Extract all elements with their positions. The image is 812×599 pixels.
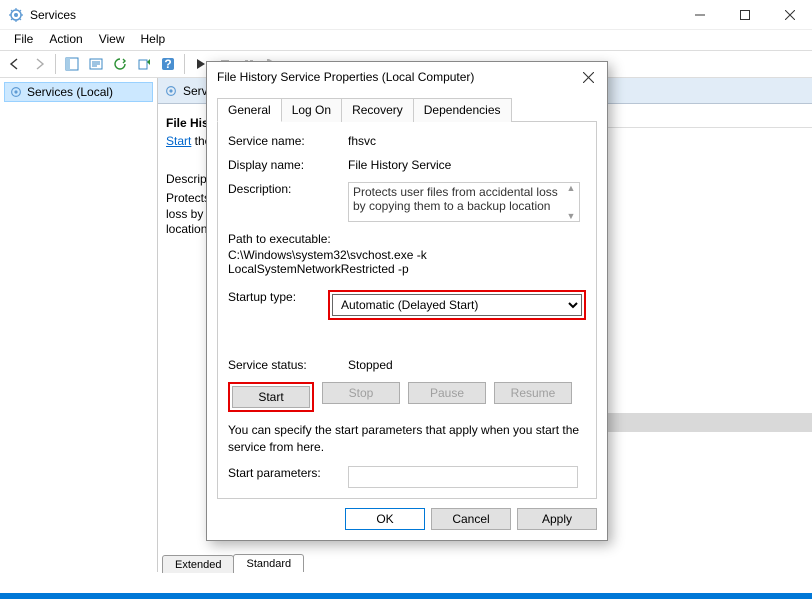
hint-text: You can specify the start parameters tha… — [228, 422, 586, 456]
export-icon[interactable] — [133, 53, 155, 75]
label-description: Description: — [228, 182, 348, 196]
view-tabs: Extended Standard — [158, 550, 812, 572]
description-box[interactable]: Protects user files from accidental loss… — [348, 182, 580, 222]
stop-button: Stop — [322, 382, 400, 404]
menu-file[interactable]: File — [6, 30, 41, 50]
value-service-name: fhsvc — [348, 134, 586, 148]
dialog-close-button[interactable] — [573, 63, 603, 91]
gear-icon — [9, 85, 23, 99]
window-titlebar: Services — [0, 0, 812, 30]
label-start-parameters: Start parameters: — [228, 466, 348, 480]
refresh-icon[interactable] — [109, 53, 131, 75]
label-service-name: Service name: — [228, 134, 348, 148]
label-startup-type: Startup type: — [228, 290, 328, 304]
navigation-pane: Services (Local) — [0, 78, 158, 572]
value-service-status: Stopped — [348, 358, 586, 372]
tab-recovery[interactable]: Recovery — [341, 98, 414, 122]
tab-standard[interactable]: Standard — [233, 554, 304, 572]
start-parameters-input[interactable] — [348, 466, 578, 488]
tree-item-label: Services (Local) — [27, 85, 113, 99]
minimize-button[interactable] — [677, 0, 722, 30]
maximize-button[interactable] — [722, 0, 767, 30]
back-button[interactable] — [4, 53, 26, 75]
resume-button: Resume — [494, 382, 572, 404]
tab-log-on[interactable]: Log On — [281, 98, 342, 122]
apply-button[interactable]: Apply — [517, 508, 597, 530]
value-path: C:\Windows\system32\svchost.exe -k Local… — [228, 248, 586, 276]
tab-general[interactable]: General — [217, 98, 282, 122]
menu-action[interactable]: Action — [41, 30, 90, 50]
value-display-name: File History Service — [348, 158, 586, 172]
highlight-startup-type: Automatic (Delayed Start) — [328, 290, 586, 320]
gear-icon — [164, 84, 178, 98]
properties-dialog: File History Service Properties (Local C… — [206, 61, 608, 541]
services-icon — [8, 7, 24, 23]
tab-extended[interactable]: Extended — [162, 555, 234, 573]
properties-icon[interactable] — [85, 53, 107, 75]
scroll-up-icon[interactable]: ▲ — [567, 183, 576, 193]
label-path: Path to executable: — [228, 232, 586, 246]
window-border — [0, 593, 812, 599]
menu-help[interactable]: Help — [133, 30, 174, 50]
cancel-button[interactable]: Cancel — [431, 508, 511, 530]
label-display-name: Display name: — [228, 158, 348, 172]
detail-pane-icon[interactable] — [61, 53, 83, 75]
start-link[interactable]: Start — [166, 134, 191, 148]
help-icon[interactable]: ? — [157, 53, 179, 75]
value-description: Protects user files from accidental loss… — [353, 185, 558, 213]
highlight-start-button: Start — [228, 382, 314, 412]
svg-text:?: ? — [164, 57, 171, 71]
window-title: Services — [30, 8, 677, 22]
ok-button[interactable]: OK — [345, 508, 425, 530]
label-service-status: Service status: — [228, 358, 348, 372]
dialog-title: File History Service Properties (Local C… — [217, 70, 573, 84]
close-button[interactable] — [767, 0, 812, 30]
startup-type-select[interactable]: Automatic (Delayed Start) — [332, 294, 582, 316]
forward-button[interactable] — [28, 53, 50, 75]
start-button[interactable]: Start — [232, 386, 310, 408]
tree-item-services-local[interactable]: Services (Local) — [4, 82, 153, 102]
pause-button: Pause — [408, 382, 486, 404]
tab-dependencies[interactable]: Dependencies — [413, 98, 512, 122]
scroll-down-icon[interactable]: ▼ — [567, 211, 576, 221]
menu-view[interactable]: View — [91, 30, 133, 50]
menubar: File Action View Help — [0, 30, 812, 50]
